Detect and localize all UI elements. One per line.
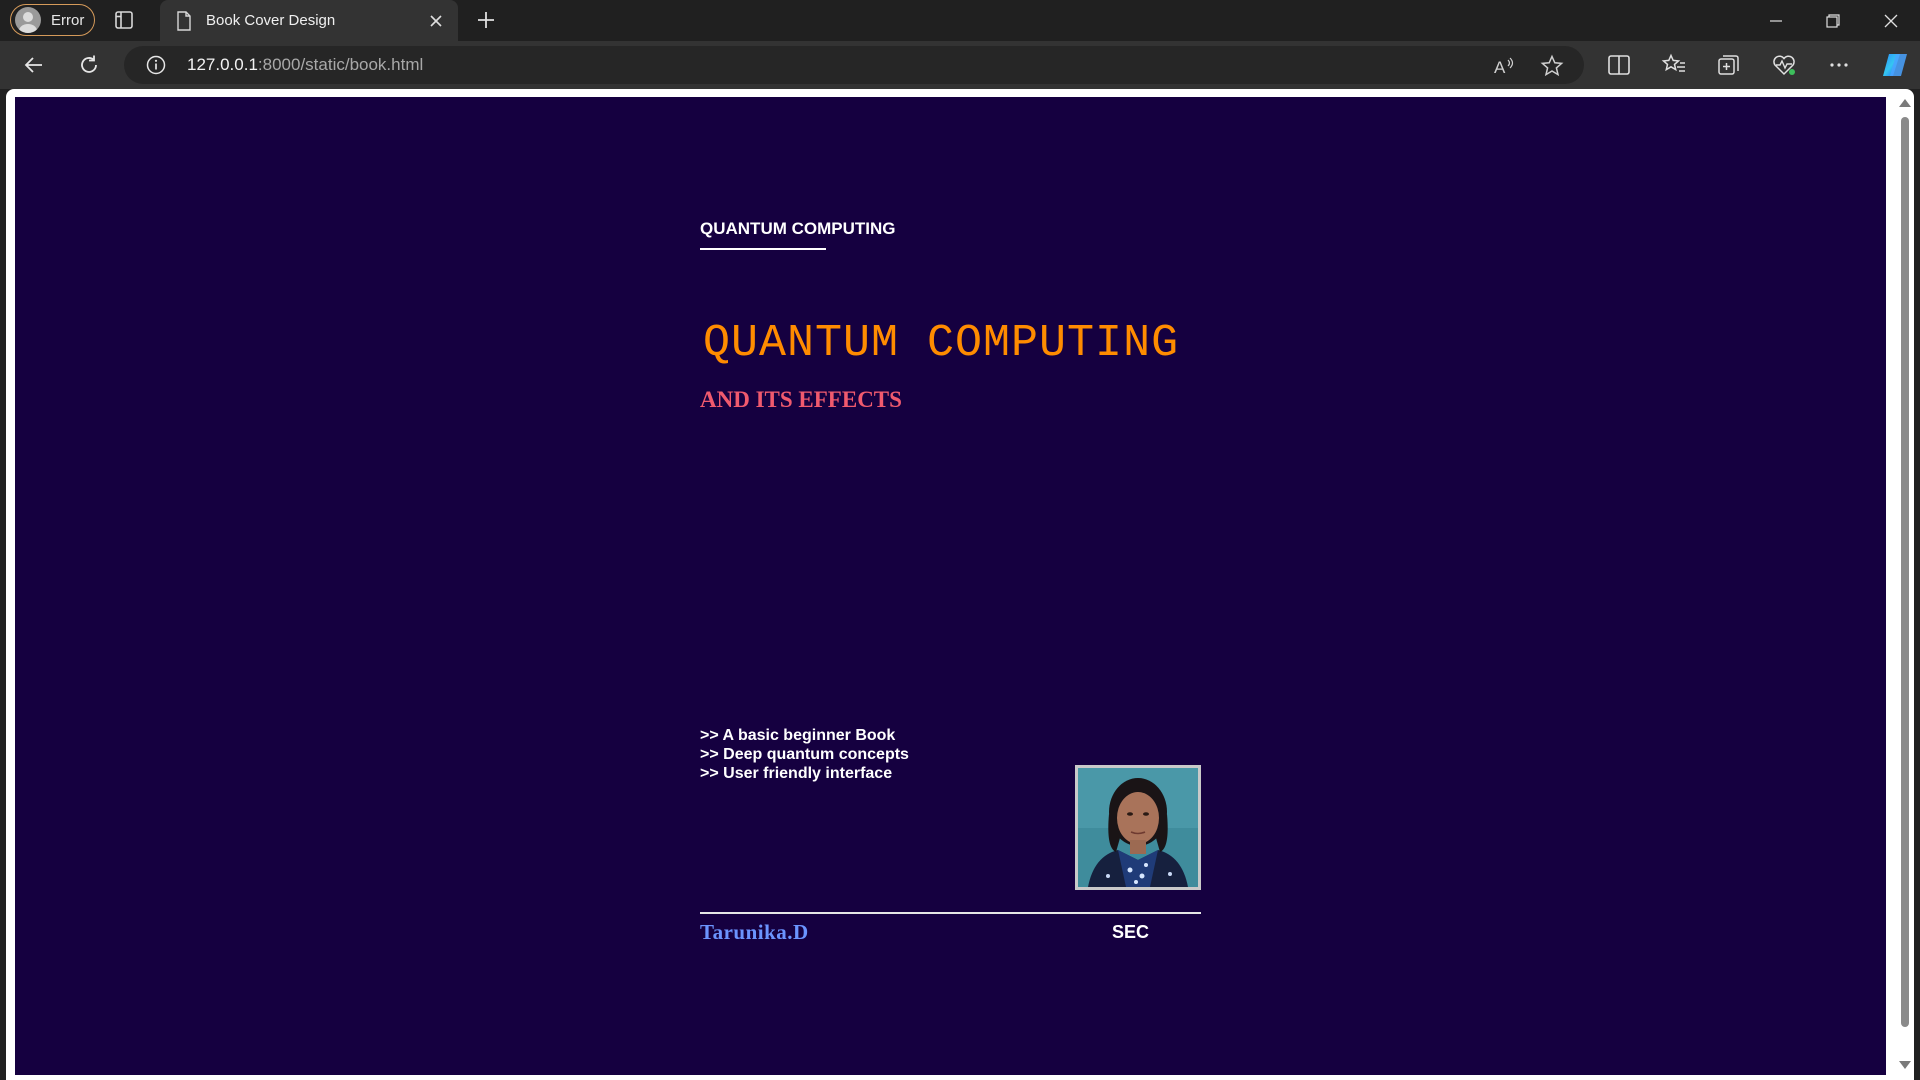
read-aloud-icon[interactable]: A <box>1492 54 1516 78</box>
book-subtitle: AND ITS EFFECTS <box>700 387 902 412</box>
close-window-button[interactable] <box>1862 0 1920 41</box>
tab-title: Book Cover Design <box>206 12 336 29</box>
more-icon[interactable] <box>1826 52 1852 78</box>
profile-button[interactable]: Error <box>10 4 95 36</box>
feature-item: >> User friendly interface <box>700 765 893 782</box>
info-icon[interactable] <box>146 55 166 75</box>
profile-icon <box>15 7 41 33</box>
author-name: Tarunika.D <box>700 920 809 944</box>
cover-header: QUANTUM COMPUTING <box>700 219 896 238</box>
restore-icon <box>1826 13 1840 28</box>
toolbar: 127.0.0.1:8000/static/book.html A <box>0 41 1920 89</box>
book-title: QUANTUM COMPUTING <box>703 318 1180 369</box>
back-arrow-icon <box>24 57 42 73</box>
svg-text:A: A <box>1494 58 1506 77</box>
header-underline <box>700 248 826 250</box>
page-icon <box>177 10 191 31</box>
footer-divider <box>700 912 1201 914</box>
split-screen-icon[interactable] <box>1606 52 1632 78</box>
close-window-icon <box>1884 14 1898 27</box>
tab-actions-icon[interactable] <box>113 9 135 31</box>
minimize-icon <box>1770 19 1782 22</box>
address-bar[interactable]: 127.0.0.1:8000/static/book.html A <box>124 46 1584 84</box>
profile-label: Error <box>51 11 85 29</box>
scroll-down-arrow[interactable] <box>1899 1061 1911 1069</box>
feature-list: >> A basic beginner Book >> Deep quantum… <box>700 726 909 783</box>
scroll-up-arrow[interactable] <box>1899 99 1911 107</box>
author-portrait-image <box>1078 768 1198 887</box>
star-icon[interactable] <box>1540 54 1564 78</box>
book-cover-page <box>15 97 1886 1075</box>
title-bar: Error Book Cover Design <box>0 0 1920 41</box>
heart-pulse-icon[interactable] <box>1771 52 1797 78</box>
copilot-icon[interactable] <box>1880 50 1910 80</box>
refresh-icon <box>81 55 97 73</box>
restore-button[interactable] <box>1804 0 1862 41</box>
feature-item: >> A basic beginner Book <box>700 727 896 744</box>
vertical-scrollbar[interactable] <box>1896 95 1912 1075</box>
close-icon <box>430 14 442 27</box>
url-host: 127.0.0.1 <box>187 55 258 74</box>
close-tab-button[interactable] <box>426 11 446 31</box>
publisher-name: SEC <box>1112 922 1150 942</box>
collections-icon[interactable] <box>1716 52 1742 78</box>
tab-book-cover-design[interactable]: Book Cover Design <box>160 0 458 41</box>
minimize-button[interactable] <box>1747 0 1805 41</box>
url-text[interactable]: 127.0.0.1:8000/static/book.html <box>187 55 423 75</box>
favorites-icon[interactable] <box>1661 52 1687 78</box>
feature-item: >> Deep quantum concepts <box>700 746 909 763</box>
plus-icon[interactable] <box>474 8 498 32</box>
refresh-button[interactable] <box>74 50 104 80</box>
back-button[interactable] <box>19 50 49 80</box>
url-path: :8000/static/book.html <box>257 55 424 74</box>
author-photo <box>1075 765 1201 890</box>
scroll-thumb[interactable] <box>1901 117 1909 1027</box>
